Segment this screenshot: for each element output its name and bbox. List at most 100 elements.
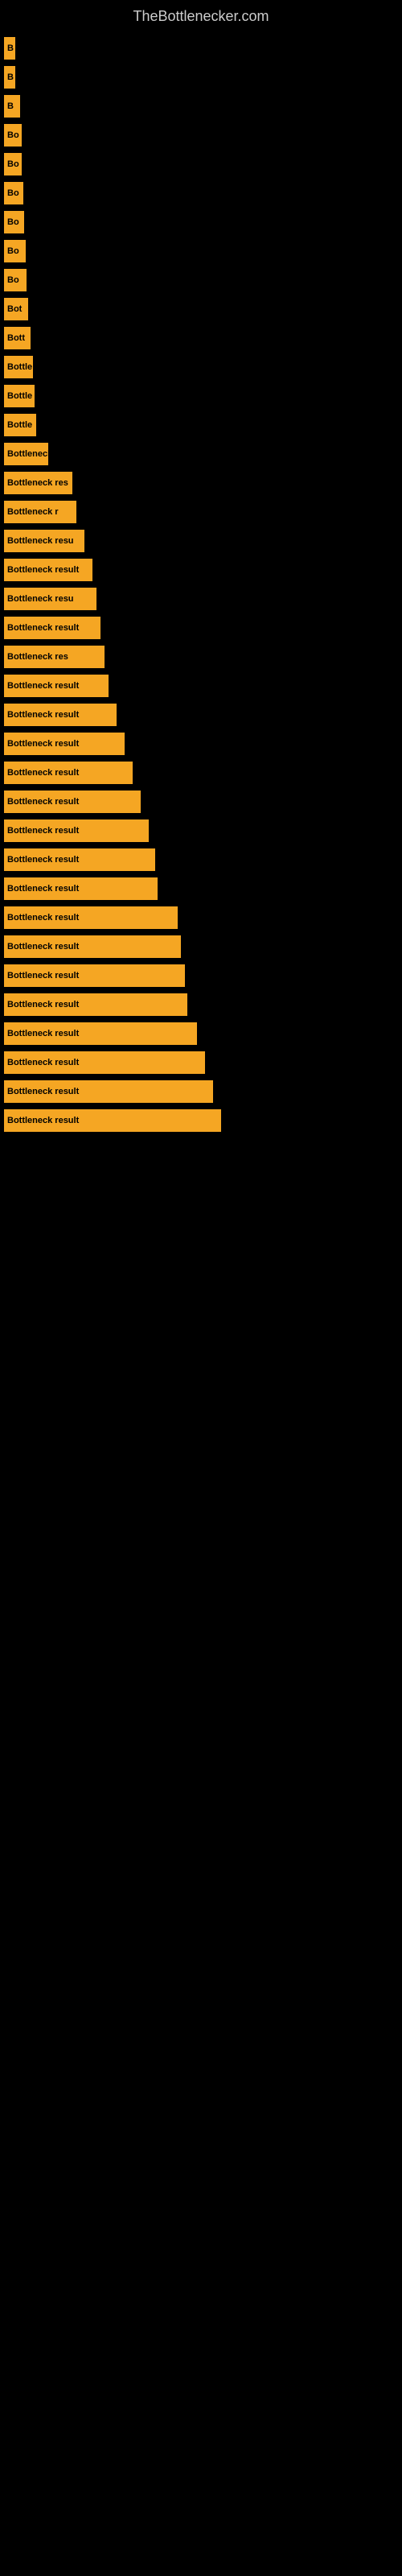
bar-33: Bottleneck result xyxy=(4,964,185,987)
list-item: Bottleneck xyxy=(0,443,402,465)
bar-37: Bottleneck result xyxy=(4,1080,213,1103)
bar-15: Bottleneck xyxy=(4,443,48,465)
bar-label-28: Bottleneck result xyxy=(7,826,79,836)
bar-36: Bottleneck result xyxy=(4,1051,205,1074)
list-item: Bottleneck result xyxy=(0,935,402,958)
list-item: Bottleneck result xyxy=(0,704,402,726)
list-item: Bo xyxy=(0,182,402,204)
bar-label-32: Bottleneck result xyxy=(7,942,79,952)
list-item: B xyxy=(0,95,402,118)
bar-21: Bottleneck result xyxy=(4,617,100,639)
bar-28: Bottleneck result xyxy=(4,819,149,842)
bar-label-12: Bottle xyxy=(7,362,32,372)
bar-label-24: Bottleneck result xyxy=(7,710,79,720)
list-item: Bo xyxy=(0,211,402,233)
bar-25: Bottleneck result xyxy=(4,733,125,755)
bar-29: Bottleneck result xyxy=(4,848,155,871)
bar-20: Bottleneck resu xyxy=(4,588,96,610)
bar-label-23: Bottleneck result xyxy=(7,681,79,691)
site-header: TheBottlenecker.com xyxy=(0,0,402,29)
bar-8: Bo xyxy=(4,240,26,262)
list-item: Bottleneck result xyxy=(0,675,402,697)
bar-label-16: Bottleneck res xyxy=(7,478,68,488)
list-item: Bottleneck result xyxy=(0,617,402,639)
list-item: Bo xyxy=(0,124,402,147)
bar-label-38: Bottleneck result xyxy=(7,1116,79,1125)
list-item: Bottleneck result xyxy=(0,906,402,929)
list-item: B xyxy=(0,37,402,60)
list-item: Bottleneck res xyxy=(0,646,402,668)
list-item: Bottleneck result xyxy=(0,1109,402,1132)
bar-35: Bottleneck result xyxy=(4,1022,197,1045)
bar-5: Bo xyxy=(4,153,22,175)
bar-label-4: Bo xyxy=(7,130,19,140)
bar-label-1: B xyxy=(7,43,14,53)
bar-label-17: Bottleneck r xyxy=(7,507,59,517)
bar-12: Bottle xyxy=(4,356,33,378)
bar-34: Bottleneck result xyxy=(4,993,187,1016)
list-item: Bottleneck res xyxy=(0,472,402,494)
list-item: Bottleneck result xyxy=(0,559,402,581)
list-item: Bottleneck result xyxy=(0,964,402,987)
bar-27: Bottleneck result xyxy=(4,791,141,813)
bar-11: Bott xyxy=(4,327,31,349)
bar-label-14: Bottle xyxy=(7,420,32,430)
bar-label-27: Bottleneck result xyxy=(7,797,79,807)
bar-31: Bottleneck result xyxy=(4,906,178,929)
list-item: Bo xyxy=(0,153,402,175)
bar-label-35: Bottleneck result xyxy=(7,1029,79,1038)
list-item: Bottleneck result xyxy=(0,819,402,842)
bar-1: B xyxy=(4,37,15,60)
bar-label-11: Bott xyxy=(7,333,25,343)
bar-label-6: Bo xyxy=(7,188,19,198)
bar-label-10: Bot xyxy=(7,304,22,314)
bar-19: Bottleneck result xyxy=(4,559,92,581)
list-item: Bottle xyxy=(0,356,402,378)
bar-9: Bo xyxy=(4,269,27,291)
site-title: TheBottlenecker.com xyxy=(0,0,402,29)
bar-22: Bottleneck res xyxy=(4,646,105,668)
bar-38: Bottleneck result xyxy=(4,1109,221,1132)
list-item: Bo xyxy=(0,269,402,291)
bar-label-26: Bottleneck result xyxy=(7,768,79,778)
list-item: Bottle xyxy=(0,385,402,407)
bar-label-37: Bottleneck result xyxy=(7,1087,79,1096)
list-item: Bottleneck result xyxy=(0,791,402,813)
bar-3: B xyxy=(4,95,20,118)
bar-6: Bo xyxy=(4,182,23,204)
list-item: Bottleneck result xyxy=(0,733,402,755)
bar-label-15: Bottleneck xyxy=(7,449,48,459)
bar-label-9: Bo xyxy=(7,275,19,285)
bar-label-34: Bottleneck result xyxy=(7,1000,79,1009)
list-item: Bottleneck r xyxy=(0,501,402,523)
bar-16: Bottleneck res xyxy=(4,472,72,494)
bar-label-30: Bottleneck result xyxy=(7,884,79,894)
list-item: Bott xyxy=(0,327,402,349)
list-item: Bottleneck result xyxy=(0,762,402,784)
list-item: Bottleneck result xyxy=(0,877,402,900)
list-item: Bottleneck result xyxy=(0,848,402,871)
bar-label-31: Bottleneck result xyxy=(7,913,79,923)
bar-label-25: Bottleneck result xyxy=(7,739,79,749)
bar-10: Bot xyxy=(4,298,28,320)
bar-label-33: Bottleneck result xyxy=(7,971,79,980)
bar-label-2: B xyxy=(7,72,14,82)
bar-label-22: Bottleneck res xyxy=(7,652,68,662)
bar-24: Bottleneck result xyxy=(4,704,117,726)
bar-14: Bottle xyxy=(4,414,36,436)
list-item: Bottleneck result xyxy=(0,1022,402,1045)
list-item: B xyxy=(0,66,402,89)
bar-label-36: Bottleneck result xyxy=(7,1058,79,1067)
bar-label-13: Bottle xyxy=(7,391,32,401)
bar-label-8: Bo xyxy=(7,246,19,256)
bar-label-18: Bottleneck resu xyxy=(7,536,74,546)
bar-label-3: B xyxy=(7,101,14,111)
bars-container: B B B Bo Bo Bo Bo Bo Bo Bot Bott Bottle Bottle Bottle… xyxy=(0,29,402,1146)
bar-7: Bo xyxy=(4,211,24,233)
list-item: Bottleneck resu xyxy=(0,588,402,610)
bar-label-20: Bottleneck resu xyxy=(7,594,74,604)
list-item: Bo xyxy=(0,240,402,262)
list-item: Bottleneck result xyxy=(0,1051,402,1074)
list-item: Bottleneck resu xyxy=(0,530,402,552)
bar-30: Bottleneck result xyxy=(4,877,158,900)
